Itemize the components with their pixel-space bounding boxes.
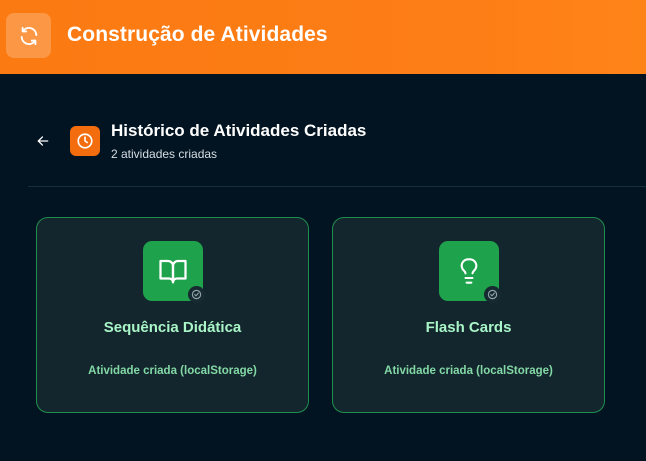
check-circle-icon — [484, 286, 501, 303]
divider — [28, 186, 646, 187]
lightbulb-icon — [439, 241, 501, 303]
book-open-icon — [143, 241, 205, 303]
page-title: Construção de Atividades — [67, 23, 328, 46]
refresh-icon[interactable] — [6, 13, 51, 58]
arrow-left-icon — [37, 136, 49, 146]
activity-card-flash-cards[interactable]: Flash Cards Atividade criada (localStora… — [332, 217, 605, 413]
activity-title: Flash Cards — [425, 319, 512, 336]
section-title: Histórico de Atividades Criadas — [111, 121, 367, 140]
activity-status: Atividade criada (localStorage) — [384, 365, 553, 377]
activity-title: Sequência Didática — [103, 319, 242, 336]
activity-count: 2 atividades criadas — [111, 147, 218, 161]
check-circle-icon — [188, 286, 205, 303]
top-bar: Construção de Atividades — [0, 0, 646, 74]
activity-card-sequencia-didatica[interactable]: Sequência Didática Atividade criada (loc… — [36, 217, 309, 413]
clock-icon — [70, 126, 100, 156]
activity-status: Atividade criada (localStorage) — [88, 365, 257, 377]
back-button[interactable] — [33, 131, 53, 151]
